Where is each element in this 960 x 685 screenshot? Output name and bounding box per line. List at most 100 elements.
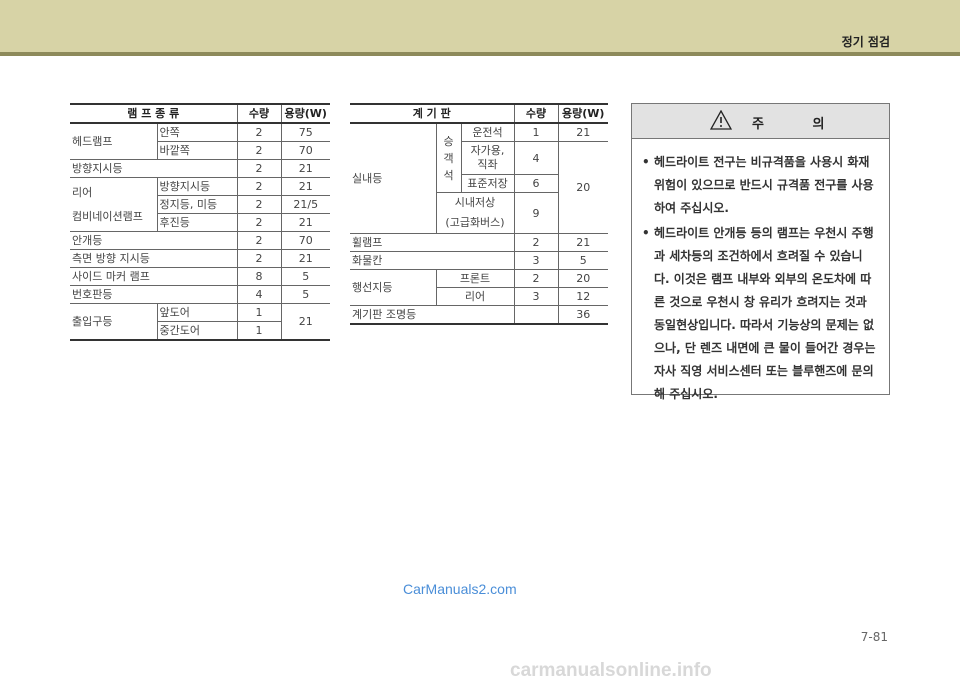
row-label: 휠램프 — [350, 233, 514, 252]
caution-item: 헤드라이트 안개등 등의 램프는 우천시 주행과 세차등의 조건하에서 흐려질 … — [642, 222, 877, 406]
sub-label: 정지등, 미등 — [156, 195, 237, 214]
sub-label: 방향지시등 — [156, 177, 237, 196]
qty-cell: 8 — [236, 267, 281, 286]
table-row: 출입구등 앞도어 1 21 — [70, 303, 330, 341]
qty-cell: 2 — [236, 177, 281, 196]
passenger-char-2: 객 — [443, 151, 454, 165]
table-row: 측면 방향 지시등 2 21 — [70, 249, 330, 268]
table-header: 계 기 판 수량 용량(W) — [350, 103, 608, 124]
qty-cell: 2 — [236, 249, 281, 268]
table-row: 행선지등 프론트 2 20 — [350, 269, 608, 306]
sub-label: 시내저상 (고급화버스) — [435, 192, 514, 234]
col-watt: 용량(W) — [280, 103, 330, 124]
caution-header: 주 의 — [632, 104, 889, 139]
sub-label: 리어 — [435, 287, 514, 306]
watt-cell: 21 — [280, 303, 330, 341]
passenger-char-3: 석 — [443, 168, 454, 182]
qty-cell: 2 — [513, 269, 558, 288]
qty-cell: 1 — [236, 321, 281, 341]
qty-cell: 6 — [513, 174, 558, 193]
watt-cell: 5 — [557, 251, 608, 270]
site-watermark: CarManuals2.com — [403, 581, 517, 597]
lamp-table: 램 프 종 류 수량 용량(W) 헤드램프 안쪽 2 75 바깥쪽 2 70 방… — [70, 103, 330, 341]
warning-triangle-icon — [710, 110, 732, 130]
qty-cell: 4 — [513, 141, 558, 175]
qty-cell: 3 — [513, 287, 558, 306]
qty-cell: 2 — [236, 141, 281, 160]
sub-label: 중간도어 — [156, 321, 237, 341]
section-title: 정기 점검 — [841, 35, 890, 49]
footer-watermark: carmanualsonline.info — [510, 660, 712, 681]
row-label: 측면 방향 지시등 — [70, 249, 237, 268]
watt-cell: 70 — [280, 231, 330, 250]
sinaejeo-line1: 시내저상 — [454, 196, 496, 209]
qty-cell: 1 — [236, 303, 281, 322]
sinaejeo-line2: (고급화버스) — [445, 216, 505, 229]
sub-label: 안쪽 — [156, 123, 237, 142]
table-row: 실내등 승 객 석 운전석 1 21 — [350, 123, 608, 234]
watt-cell: 75 — [280, 123, 330, 142]
sub-label: 후진등 — [156, 213, 237, 232]
watt-cell: 70 — [280, 141, 330, 160]
table-row: 헤드램프 안쪽 2 75 — [70, 123, 330, 160]
watt-cell: 21 — [280, 213, 330, 232]
interior-table: 계 기 판 수량 용량(W) 실내등 승 객 석 운전석 1 21 자가용, 직… — [350, 103, 608, 325]
self-seat-line1: 자가용, — [470, 144, 505, 157]
caution-list: 헤드라이트 전구는 비규격품을 사용시 화재위험이 있으므로 반드시 규격품 전… — [632, 139, 889, 406]
row-label: 화물칸 — [350, 251, 514, 270]
watt-cell: 21/5 — [280, 195, 330, 214]
watt-cell: 5 — [280, 285, 330, 304]
self-seat-line2: 직좌 — [477, 158, 498, 171]
caution-box: 주 의 헤드라이트 전구는 비규격품을 사용시 화재위험이 있으므로 반드시 규… — [631, 103, 890, 401]
table-row: 방향지시등 2 21 — [70, 159, 330, 178]
col-watt: 용량(W) — [557, 103, 608, 124]
row-label: 헤드램프 — [70, 123, 157, 160]
caution-title: 주 의 — [752, 117, 847, 132]
watt-cell: 5 — [280, 267, 330, 286]
watt-cell: 20 — [557, 141, 608, 234]
qty-cell: 2 — [236, 195, 281, 214]
table-row: 번호판등 4 5 — [70, 285, 330, 304]
qty-cell: 9 — [513, 192, 558, 234]
sub-label: 자가용, 직좌 — [460, 141, 514, 175]
table-row: 사이드 마커 램프 8 5 — [70, 267, 330, 286]
page-number: 7-81 — [860, 630, 888, 644]
qty-cell: 2 — [236, 213, 281, 232]
col-qty: 수량 — [513, 103, 558, 124]
header-bar — [0, 0, 960, 52]
row-label: 번호판등 — [70, 285, 237, 304]
passenger-char-1: 승 — [443, 134, 454, 148]
sub-label: 바깥쪽 — [156, 141, 237, 160]
row-label: 출입구등 — [70, 303, 157, 341]
rear-combo-line2: 컴비네이션램프 — [72, 209, 143, 223]
watt-cell: 21 — [557, 233, 608, 252]
row-label: 방향지시등 — [70, 159, 237, 178]
watt-cell: 21 — [280, 159, 330, 178]
sub-label: 앞도어 — [156, 303, 237, 322]
row-label: 리어 컴비네이션램프 — [70, 177, 157, 232]
qty-cell — [513, 305, 558, 325]
watt-cell: 21 — [557, 123, 608, 142]
watt-cell: 21 — [280, 177, 330, 196]
qty-cell: 4 — [236, 285, 281, 304]
watt-cell: 12 — [557, 287, 608, 306]
qty-cell: 2 — [513, 233, 558, 252]
col-qty: 수량 — [236, 103, 281, 124]
table-row: 리어 컴비네이션램프 방향지시등 2 21 — [70, 177, 330, 232]
header-rule — [0, 52, 960, 56]
row-label: 행선지등 — [350, 269, 436, 306]
caution-item: 헤드라이트 전구는 비규격품을 사용시 화재위험이 있으므로 반드시 규격품 전… — [642, 151, 877, 220]
qty-cell: 3 — [513, 251, 558, 270]
watt-cell: 36 — [557, 305, 608, 325]
sub-label: 표준저장 — [460, 174, 514, 193]
row-label: 계기판 조명등 — [350, 305, 514, 325]
table-row: 휠램프 2 21 — [350, 233, 608, 252]
qty-cell: 2 — [236, 159, 281, 178]
row-label: 실내등 — [350, 123, 436, 234]
qty-cell: 2 — [236, 123, 281, 142]
passenger-label: 승 객 석 — [435, 123, 461, 193]
table-row: 화물칸 3 5 — [350, 251, 608, 270]
row-label: 사이드 마커 램프 — [70, 267, 237, 286]
qty-cell: 1 — [513, 123, 558, 142]
col-lamp-type: 계 기 판 — [350, 103, 514, 124]
